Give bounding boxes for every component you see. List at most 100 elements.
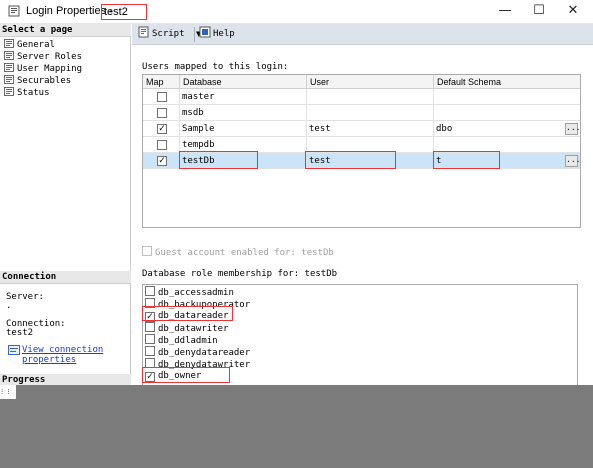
map-checkbox[interactable]: ✓ [157,124,167,134]
role-membership-list: db_accessadmin db_backupoperator ✓ db_datar… [142,284,578,385]
window-title-login: test2 [101,4,147,20]
role-item[interactable]: db_denydatareader [145,346,250,358]
schema-cell[interactable]: dbo [434,121,580,137]
role-label: db_datawriter [158,324,229,334]
role-checkbox[interactable] [145,346,155,356]
toolbar-separator [194,27,195,42]
user-cell[interactable] [307,137,434,153]
connection-properties-icon [8,345,20,355]
map-checkbox[interactable] [157,92,167,102]
role-checkbox[interactable] [145,334,155,344]
database-cell[interactable]: tempdb [180,137,307,153]
role-label: db_datareader [158,311,229,321]
role-item[interactable]: ✓ db_datareader [145,310,228,322]
server-label: Server: [6,292,44,302]
resize-grip[interactable]: ⁝ ⁝ [0,385,16,399]
connection-header: Connection [0,271,131,284]
script-icon [138,26,149,38]
page-item-securables[interactable]: Securables [4,75,71,87]
role-item[interactable]: db_backupoperator [145,298,250,310]
role-checkbox[interactable] [145,358,155,368]
close-button[interactable]: ✕ [556,0,590,22]
table-row[interactable]: master [143,89,580,105]
script-button[interactable]: Script ▼ [138,26,201,43]
role-checkbox[interactable] [145,286,155,296]
connection-value: test2 [6,328,34,338]
schema-cell[interactable] [434,137,580,153]
column-header-default-schema[interactable]: Default Schema [434,75,580,89]
title-bar: Login Properties - test2 — ☐ ✕ [0,0,593,24]
column-header-map[interactable]: Map [143,75,180,89]
guest-account-checkbox [142,246,152,256]
role-item[interactable]: db_datawriter [145,322,228,334]
map-cell [143,105,180,121]
map-checkbox[interactable]: ✓ [157,156,167,166]
user-mapping-grid: Map Database User Default Schema master m… [142,74,581,228]
user-cell[interactable] [307,105,434,121]
minimize-button[interactable]: — [488,0,522,22]
toolbar: Script ▼ Help [132,24,593,45]
server-value: . [6,301,12,311]
right-pane: Script ▼ Help Users mapped to this login… [132,24,593,385]
user-cell[interactable] [307,89,434,105]
table-row[interactable]: ✓ Sample test dbo... [143,121,580,137]
view-connection-link-line1[interactable]: View connection [22,345,128,355]
role-item[interactable]: db_denydatawriter [145,358,250,370]
table-row[interactable]: ✓ testDb test t... [143,153,580,169]
role-label: db_accessadmin [158,288,234,298]
left-pane: Select a page General Server Roles User Ma… [0,24,131,385]
script-label: Script [152,29,185,39]
database-cell[interactable]: testDb [180,153,307,169]
database-cell[interactable]: master [180,89,307,105]
column-header-user[interactable]: User [307,75,434,89]
page-item-general[interactable]: General [4,39,55,51]
role-label: db_backupoperator [158,300,251,310]
users-mapped-label: Users mapped to this login: [142,62,289,72]
table-row[interactable]: tempdb [143,137,580,153]
role-checkbox[interactable]: ✓ [145,312,155,322]
maximize-button[interactable]: ☐ [522,0,556,22]
column-header-database[interactable]: Database [180,75,307,89]
page-item-user-mapping[interactable]: User Mapping [4,63,82,75]
user-cell[interactable]: test [307,121,434,137]
guest-account-checkbox-row: Guest account enabled for: testDb [142,246,334,258]
page-item-label: Status [17,88,50,98]
map-checkbox[interactable] [157,108,167,118]
page-icon [4,39,14,48]
role-checkbox[interactable]: ✓ [145,372,155,382]
map-checkbox[interactable] [157,140,167,150]
role-item[interactable]: ✓ db_owner [145,370,201,382]
page-item-label: User Mapping [17,64,83,74]
schema-cell[interactable]: t [434,153,580,169]
page-icon [4,87,14,96]
view-connection-properties-link[interactable]: View connection properties [8,345,128,365]
database-cell[interactable]: msdb [180,105,307,121]
map-cell [143,89,180,105]
role-checkbox[interactable] [145,298,155,308]
login-properties-icon [8,5,20,17]
schema-cell[interactable] [434,105,580,121]
guest-account-label: Guest account enabled for: testDb [155,248,334,258]
page-icon [4,51,14,60]
schema-browse-button[interactable]: ... [565,155,580,167]
map-cell: ✓ [143,121,180,137]
map-cell: ✓ [143,153,180,169]
page-item-server-roles[interactable]: Server Roles [4,51,82,63]
table-row[interactable]: msdb [143,105,580,121]
schema-cell[interactable] [434,89,580,105]
page-item-label: Server Roles [17,52,83,62]
role-item[interactable]: db_accessadmin [145,286,234,298]
view-connection-link-line2[interactable]: properties [22,355,128,365]
page-item-label: General [17,40,55,50]
role-item[interactable]: db_ddladmin [145,334,218,346]
role-checkbox[interactable] [145,322,155,332]
help-button[interactable]: Help [199,26,235,43]
schema-browse-button[interactable]: ... [565,123,580,135]
map-cell [143,137,180,153]
database-cell[interactable]: Sample [180,121,307,137]
role-label: db_owner [158,371,202,381]
help-icon [199,26,211,38]
page-item-status[interactable]: Status [4,87,50,99]
page-item-label: Securables [17,76,72,86]
user-cell[interactable]: test [307,153,434,169]
